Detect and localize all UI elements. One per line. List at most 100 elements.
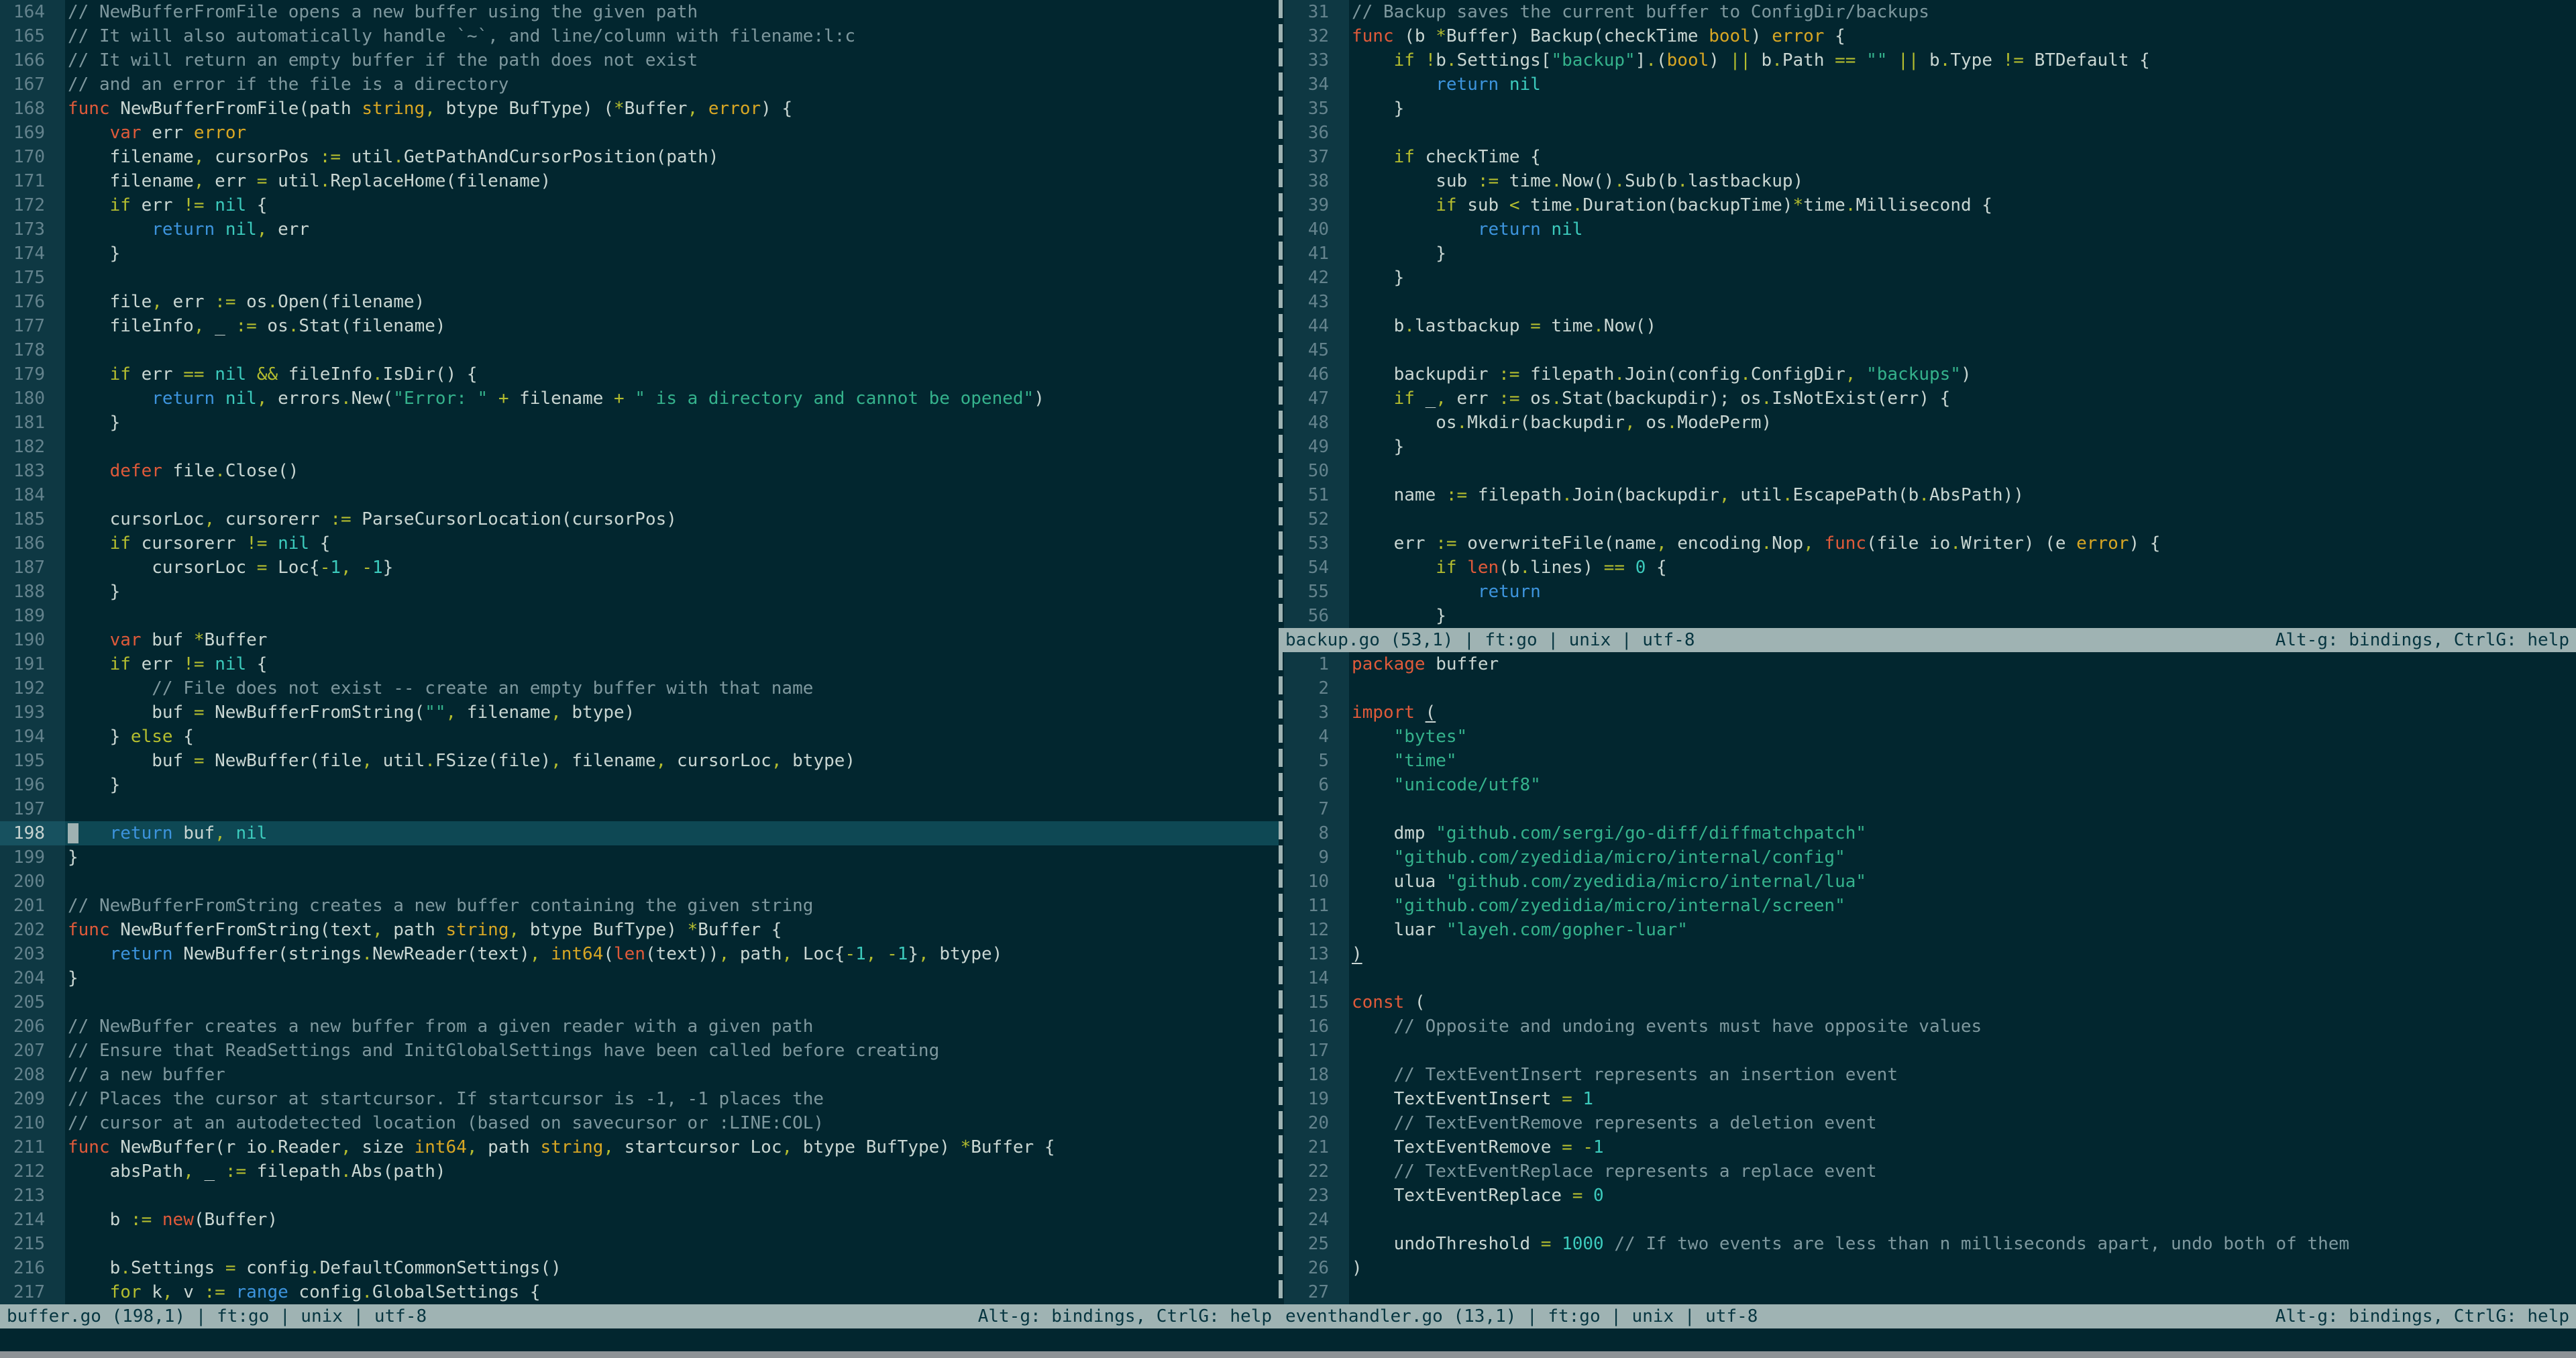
code-line-42[interactable]: 42 } <box>1284 266 2576 290</box>
code-line-217[interactable]: 217 for k, v := range config.GlobalSetti… <box>0 1280 1279 1304</box>
code-line-178[interactable]: 178 <box>0 338 1279 362</box>
code-line-195[interactable]: 195 buf = NewBuffer(file, util.FSize(fil… <box>0 749 1279 773</box>
code-line-7[interactable]: 7 <box>1284 797 2576 821</box>
code-line-54[interactable]: 54 if len(b.lines) == 0 { <box>1284 556 2576 580</box>
code-line-164[interactable]: 164// NewBufferFromFile opens a new buff… <box>0 0 1279 24</box>
code-line-165[interactable]: 165// It will also automatically handle … <box>0 24 1279 48</box>
code-line-52[interactable]: 52 <box>1284 507 2576 531</box>
code-line-48[interactable]: 48 os.Mkdir(backupdir, os.ModePerm) <box>1284 411 2576 435</box>
code-line-20[interactable]: 20 // TextEventRemove represents a delet… <box>1284 1111 2576 1135</box>
code-line-206[interactable]: 206// NewBuffer creates a new buffer fro… <box>0 1014 1279 1039</box>
code-line-179[interactable]: 179 if err == nil && fileInfo.IsDir() { <box>0 362 1279 386</box>
code-line-211[interactable]: 211 func NewBuffer(r io.Reader, size int6… <box>0 1135 1279 1159</box>
code-line-184[interactable]: 184 <box>0 483 1279 507</box>
code-line-49[interactable]: 49 } <box>1284 435 2576 459</box>
code-line-23[interactable]: 23 TextEventReplace = 0 <box>1284 1184 2576 1208</box>
code-line-8[interactable]: 8 dmp "github.com/sergi/go-diff/diffmatc… <box>1284 821 2576 845</box>
code-line-187[interactable]: 187 cursorLoc = Loc{-1, -1} <box>0 556 1279 580</box>
code-line-39[interactable]: 39 if sub < time.Duration(backupTime)*ti… <box>1284 193 2576 217</box>
code-line-18[interactable]: 18 // TextEventInsert represents an inse… <box>1284 1063 2576 1087</box>
code-line-11[interactable]: 11 "github.com/zyedidia/micro/internal/s… <box>1284 894 2576 918</box>
code-line-32[interactable]: 32 func (b *Buffer) Backup(checkTime bool… <box>1284 24 2576 48</box>
code-line-50[interactable]: 50 <box>1284 459 2576 483</box>
code-line-17[interactable]: 17 <box>1284 1039 2576 1063</box>
code-line-172[interactable]: 172 if err != nil { <box>0 193 1279 217</box>
code-line-51[interactable]: 51 name := filepath.Join(backupdir, util… <box>1284 483 2576 507</box>
code-line-207[interactable]: 207// Ensure that ReadSettings and InitG… <box>0 1039 1279 1063</box>
code-line-182[interactable]: 182 <box>0 435 1279 459</box>
code-line-5[interactable]: 5 "time" <box>1284 749 2576 773</box>
code-line-24[interactable]: 24 <box>1284 1208 2576 1232</box>
code-line-46[interactable]: 46 backupdir := filepath.Join(config.Con… <box>1284 362 2576 386</box>
code-line-43[interactable]: 43 <box>1284 290 2576 314</box>
code-line-4[interactable]: 4 "bytes" <box>1284 725 2576 749</box>
code-line-9[interactable]: 9 "github.com/zyedidia/micro/internal/co… <box>1284 845 2576 870</box>
code-line-36[interactable]: 36 <box>1284 121 2576 145</box>
code-line-193[interactable]: 193 buf = NewBufferFromString("", filena… <box>0 700 1279 725</box>
code-line-44[interactable]: 44 b.lastbackup = time.Now() <box>1284 314 2576 338</box>
code-line-210[interactable]: 210// cursor at an autodetected location… <box>0 1111 1279 1135</box>
code-line-212[interactable]: 212 absPath, _ := filepath.Abs(path) <box>0 1159 1279 1184</box>
code-line-25[interactable]: 25 undoThreshold = 1000 // If two events… <box>1284 1232 2576 1256</box>
code-line-53[interactable]: 53 err := overwriteFile(name, encoding.N… <box>1284 531 2576 556</box>
code-line-13[interactable]: 13) <box>1284 942 2576 966</box>
code-line-31[interactable]: 31// Backup saves the current buffer to … <box>1284 0 2576 24</box>
code-line-47[interactable]: 47 if _, err := os.Stat(backupdir); os.I… <box>1284 386 2576 411</box>
code-line-175[interactable]: 175 <box>0 266 1279 290</box>
code-line-38[interactable]: 38 sub := time.Now().Sub(b.lastbackup) <box>1284 169 2576 193</box>
code-line-201[interactable]: 201// NewBufferFromString creates a new … <box>0 894 1279 918</box>
code-line-22[interactable]: 22 // TextEventReplace represents a repl… <box>1284 1159 2576 1184</box>
code-line-21[interactable]: 21 TextEventRemove = -1 <box>1284 1135 2576 1159</box>
code-line-185[interactable]: 185 cursorLoc, cursorerr := ParseCursorL… <box>0 507 1279 531</box>
code-line-199[interactable]: 199} <box>0 845 1279 870</box>
code-line-186[interactable]: 186 if cursorerr != nil { <box>0 531 1279 556</box>
code-line-194[interactable]: 194 } else { <box>0 725 1279 749</box>
code-line-40[interactable]: 40 return nil <box>1284 217 2576 242</box>
code-line-177[interactable]: 177 fileInfo, _ := os.Stat(filename) <box>0 314 1279 338</box>
code-line-176[interactable]: 176 file, err := os.Open(filename) <box>0 290 1279 314</box>
code-line-189[interactable]: 189 <box>0 604 1279 628</box>
code-line-204[interactable]: 204} <box>0 966 1279 990</box>
editor-pane-backup-go[interactable]: 31// Backup saves the current buffer to … <box>1284 0 2576 628</box>
code-line-192[interactable]: 192 // File does not exist -- create an … <box>0 676 1279 700</box>
code-line-209[interactable]: 209// Places the cursor at startcursor. … <box>0 1087 1279 1111</box>
code-line-183[interactable]: 183 defer file.Close() <box>0 459 1279 483</box>
code-line-213[interactable]: 213 <box>0 1184 1279 1208</box>
code-line-216[interactable]: 216 b.Settings = config.DefaultCommonSet… <box>0 1256 1279 1280</box>
code-line-10[interactable]: 10 ulua "github.com/zyedidia/micro/inter… <box>1284 870 2576 894</box>
code-line-196[interactable]: 196 } <box>0 773 1279 797</box>
code-line-173[interactable]: 173 return nil, err <box>0 217 1279 242</box>
code-line-168[interactable]: 168 func NewBufferFromFile(path string, b… <box>0 97 1279 121</box>
code-line-14[interactable]: 14 <box>1284 966 2576 990</box>
code-line-171[interactable]: 171 filename, err = util.ReplaceHome(fil… <box>0 169 1279 193</box>
code-line-188[interactable]: 188 } <box>0 580 1279 604</box>
code-line-45[interactable]: 45 <box>1284 338 2576 362</box>
code-line-215[interactable]: 215 <box>0 1232 1279 1256</box>
code-line-170[interactable]: 170 filename, cursorPos := util.GetPathA… <box>0 145 1279 169</box>
code-line-181[interactable]: 181 } <box>0 411 1279 435</box>
code-line-214[interactable]: 214 b := new(Buffer) <box>0 1208 1279 1232</box>
editor-pane-buffer-go[interactable]: 164// NewBufferFromFile opens a new buff… <box>0 0 1279 1304</box>
code-line-34[interactable]: 34 return nil <box>1284 72 2576 97</box>
code-line-1[interactable]: 1 package buffer <box>1284 652 2576 676</box>
code-line-197[interactable]: 197 <box>0 797 1279 821</box>
code-line-169[interactable]: 169 var err error <box>0 121 1279 145</box>
code-line-200[interactable]: 200 <box>0 870 1279 894</box>
code-line-166[interactable]: 166// It will return an empty buffer if … <box>0 48 1279 72</box>
code-line-27[interactable]: 27 <box>1284 1280 2576 1304</box>
code-line-41[interactable]: 41 } <box>1284 242 2576 266</box>
code-line-3[interactable]: 3 import ( <box>1284 700 2576 725</box>
code-line-190[interactable]: 190 var buf *Buffer <box>0 628 1279 652</box>
code-line-203[interactable]: 203 return NewBuffer(strings.NewReader(t… <box>0 942 1279 966</box>
code-line-35[interactable]: 35 } <box>1284 97 2576 121</box>
code-line-167[interactable]: 167// and an error if the file is a dire… <box>0 72 1279 97</box>
editor-pane-eventhandler-go[interactable]: 1 package buffer 2 3 import (4 "bytes" 5 "tim… <box>1284 652 2576 1304</box>
code-line-174[interactable]: 174 } <box>0 242 1279 266</box>
code-line-16[interactable]: 16 // Opposite and undoing events must h… <box>1284 1014 2576 1039</box>
code-line-56[interactable]: 56 } <box>1284 604 2576 628</box>
code-line-6[interactable]: 6 "unicode/utf8" <box>1284 773 2576 797</box>
code-line-2[interactable]: 2 <box>1284 676 2576 700</box>
code-line-12[interactable]: 12 luar "layeh.com/gopher-luar" <box>1284 918 2576 942</box>
code-line-202[interactable]: 202 func NewBufferFromString(text, path s… <box>0 918 1279 942</box>
code-line-37[interactable]: 37 if checkTime { <box>1284 145 2576 169</box>
